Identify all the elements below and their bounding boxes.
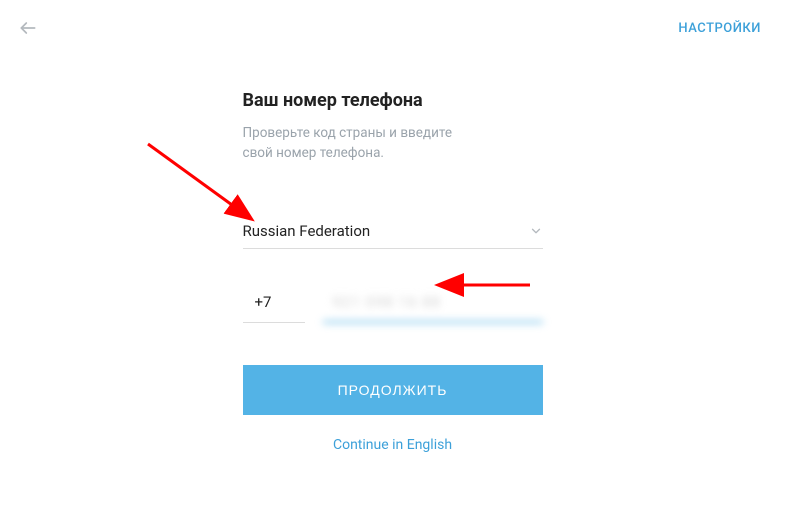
page-subtitle: Проверьте код страны и введите свой номе… [243, 123, 543, 164]
subtitle-line: Проверьте код страны и введите [243, 125, 453, 141]
page-title: Ваш номер телефона [243, 90, 543, 111]
phone-code-input[interactable]: +7 [243, 287, 305, 323]
country-select[interactable]: Russian Federation [243, 216, 543, 249]
chevron-down-icon [529, 224, 543, 238]
continue-button[interactable]: ПРОДОЛЖИТЬ [243, 365, 543, 415]
back-button[interactable] [18, 18, 38, 38]
phone-number-input[interactable]: 921 098 16 88 [323, 287, 543, 323]
subtitle-line: свой номер телефона. [243, 145, 384, 161]
settings-link[interactable]: НАСТРОЙКИ [678, 21, 761, 36]
country-selected-label: Russian Federation [243, 222, 371, 240]
arrow-left-icon [18, 18, 38, 38]
login-form: Ваш номер телефона Проверьте код страны … [243, 90, 543, 453]
language-switch-link[interactable]: Continue in English [243, 437, 543, 453]
